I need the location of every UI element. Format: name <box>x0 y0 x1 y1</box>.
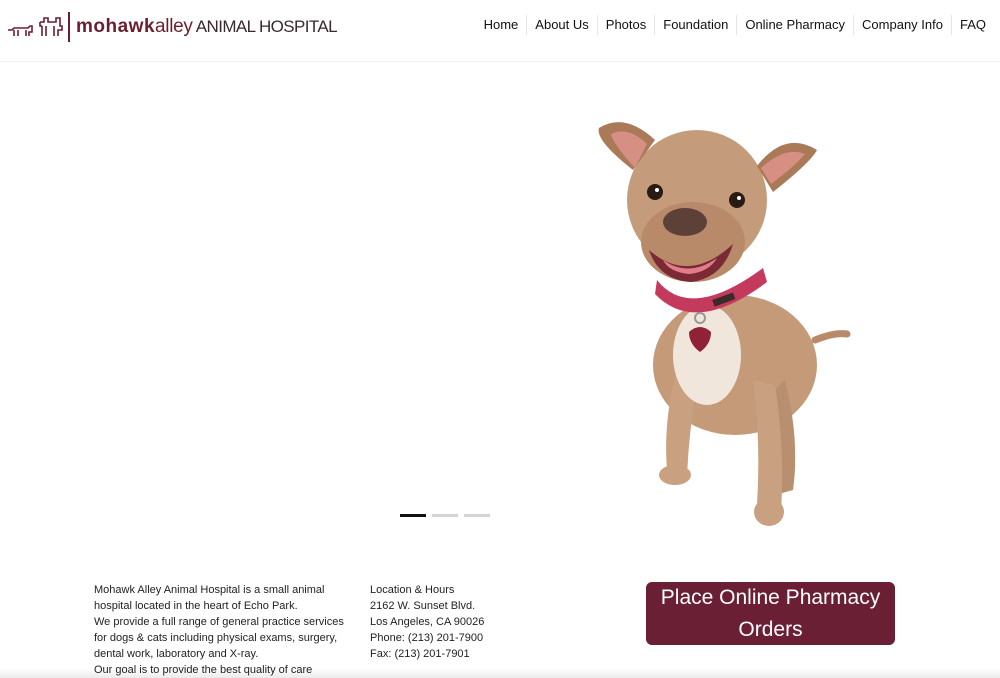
logo-name-light: alley <box>155 16 193 37</box>
about-line-2: We provide a full range of general pract… <box>94 616 344 660</box>
phone-number: Phone: (213) 201-7900 <box>370 632 484 644</box>
dog-photo <box>598 122 851 526</box>
nav-online-pharmacy[interactable]: Online Pharmacy <box>736 15 853 35</box>
place-online-pharmacy-orders-button[interactable]: Place Online Pharmacy Orders <box>646 582 895 645</box>
address-line-1: 2162 W. Sunset Blvd. <box>370 600 476 612</box>
fax-number: Fax: (213) 201-7901 <box>370 648 470 660</box>
dogs-logo-icon <box>8 17 63 36</box>
site-header: mohawkalley ANIMAL HOSPITAL Home About U… <box>0 0 1000 62</box>
slider-dot-3[interactable] <box>464 514 490 517</box>
nav-faq[interactable]: FAQ <box>950 15 994 35</box>
about-line-1: Mohawk Alley Animal Hospital is a small … <box>94 584 325 612</box>
nav-company-info[interactable]: Company Info <box>853 15 951 35</box>
logo-wordmark: mohawkalley ANIMAL HOSPITAL <box>76 16 338 38</box>
slider-dot-1[interactable] <box>400 514 426 517</box>
logo-divider <box>68 12 70 42</box>
nav-foundation[interactable]: Foundation <box>654 15 736 35</box>
nav-photos[interactable]: Photos <box>596 15 654 35</box>
location-hours-heading: Location & Hours <box>370 584 455 596</box>
address-line-2: Los Angeles, CA 90026 <box>370 616 485 628</box>
pharmacy-button-line-1: Place Online Pharmacy <box>660 586 881 609</box>
nav-home[interactable]: Home <box>476 15 527 35</box>
main-nav: Home About Us Photos Foundation Online P… <box>476 14 994 36</box>
bottom-fade <box>0 668 1000 678</box>
hero-slider <box>0 62 1000 540</box>
about-text: Mohawk Alley Animal Hospital is a small … <box>94 582 354 678</box>
logo-name-caps: ANIMAL HOSPITAL <box>192 17 338 36</box>
contact-info: Location & Hours 2162 W. Sunset Blvd. Lo… <box>370 582 570 662</box>
site-logo[interactable]: mohawkalley ANIMAL HOSPITAL <box>6 10 338 44</box>
nav-about-us[interactable]: About Us <box>526 15 596 35</box>
logo-name-bold: mohawk <box>76 16 156 37</box>
slider-dot-2[interactable] <box>432 514 458 517</box>
slider-dots <box>400 514 490 517</box>
pharmacy-button-line-2: Orders <box>738 618 803 641</box>
